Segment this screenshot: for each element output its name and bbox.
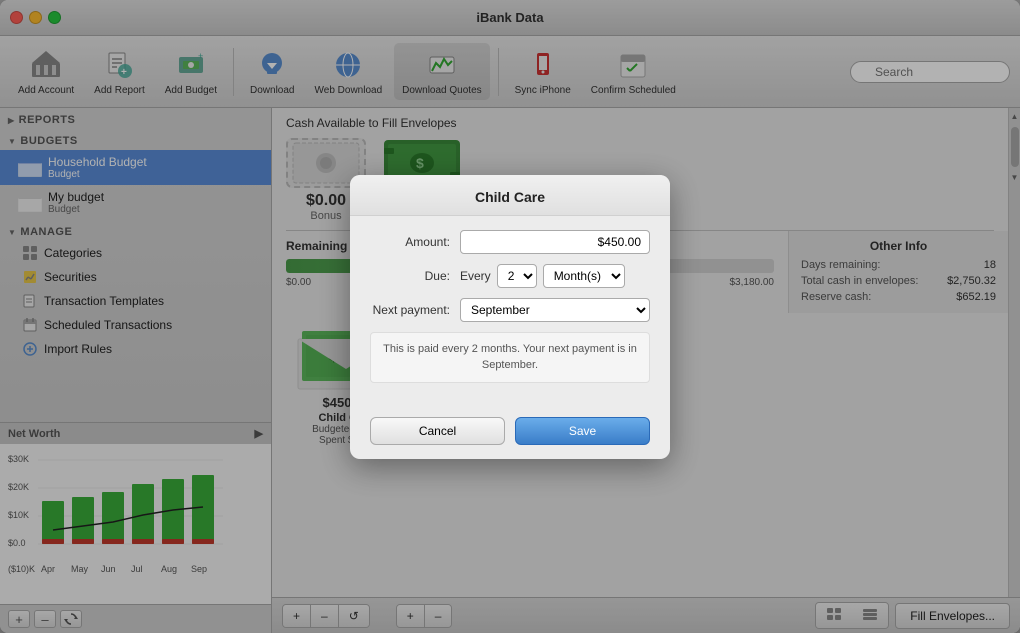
modal-info-text: This is paid every 2 months. Your next p… [370, 332, 650, 383]
modal-overlay: Child Care Amount: Due: Every 213 Month(… [0, 0, 1020, 633]
modal-title: Child Care [350, 175, 670, 216]
due-num-select[interactable]: 213 [497, 264, 537, 288]
save-button[interactable]: Save [515, 417, 650, 445]
due-selects: Every 213 Month(s)Week(s)Year(s) [460, 264, 650, 288]
modal-amount-row: Amount: [370, 230, 650, 254]
due-label: Due: [370, 269, 460, 283]
modal-buttons: Cancel Save [350, 409, 670, 459]
child-care-modal: Child Care Amount: Due: Every 213 Month(… [350, 175, 670, 459]
amount-label: Amount: [370, 235, 460, 249]
amount-input[interactable] [460, 230, 650, 254]
every-label: Every [460, 269, 491, 283]
cancel-button[interactable]: Cancel [370, 417, 505, 445]
modal-next-payment-row: Next payment: SeptemberOctoberNovember [370, 298, 650, 322]
modal-body: Amount: Due: Every 213 Month(s)Week(s)Ye… [350, 216, 670, 409]
next-payment-label: Next payment: [370, 303, 460, 317]
due-period-select[interactable]: Month(s)Week(s)Year(s) [543, 264, 625, 288]
modal-due-row: Due: Every 213 Month(s)Week(s)Year(s) [370, 264, 650, 288]
next-payment-select[interactable]: SeptemberOctoberNovember [460, 298, 650, 322]
